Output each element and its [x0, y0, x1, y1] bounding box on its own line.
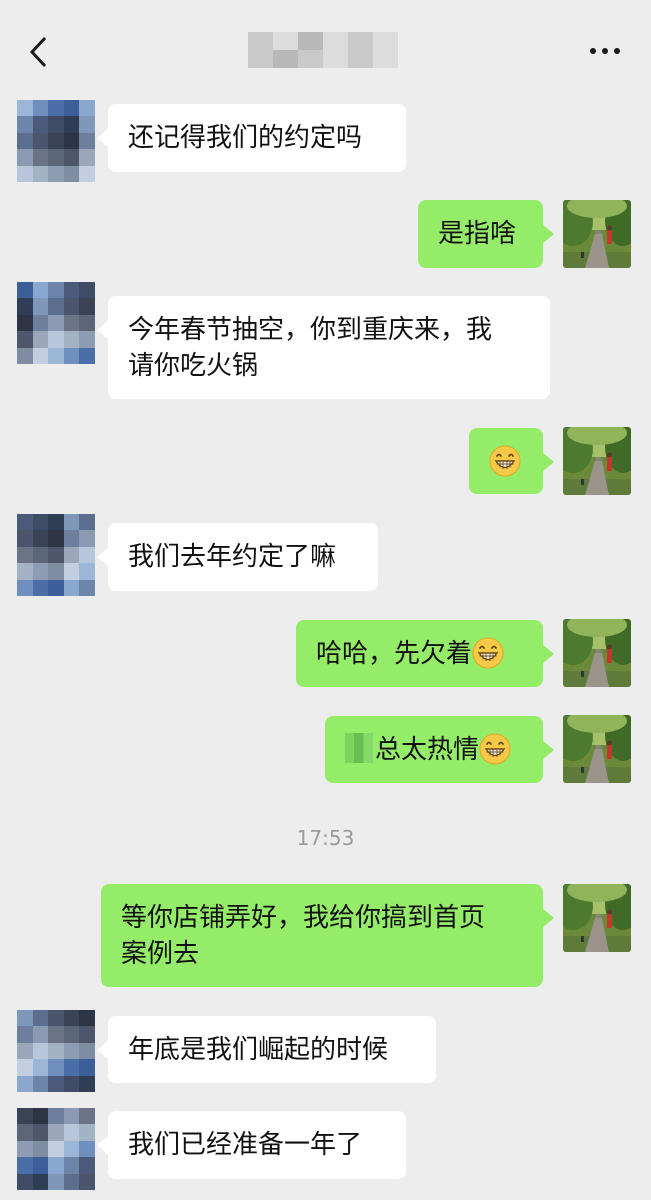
chat-title-pixelated: [248, 32, 398, 68]
grinning-face-emoji-icon: [489, 445, 521, 477]
message-bubble-sent[interactable]: 总太热情: [325, 716, 554, 783]
contact-avatar[interactable]: [17, 1010, 95, 1092]
message-bubble-received[interactable]: 还记得我们的约定吗: [97, 104, 406, 172]
back-button[interactable]: [18, 30, 58, 74]
message-bubble-received[interactable]: 我们去年约定了嘛: [97, 523, 378, 591]
message-text-line: 请你吃火锅: [128, 351, 259, 381]
message-text: 是指啥: [438, 219, 517, 249]
message-text: 还记得我们的约定吗: [128, 123, 363, 153]
message-bubble-sent[interactable]: [469, 428, 554, 494]
avatar-photo-icon: [563, 715, 631, 783]
message-text: 我们已经准备一年了: [128, 1130, 363, 1160]
contact-avatar[interactable]: [17, 1108, 95, 1190]
contact-avatar[interactable]: [17, 514, 95, 596]
contact-avatar[interactable]: [17, 282, 95, 364]
grinning-face-emoji-icon: [479, 733, 511, 765]
message-bubble-sent[interactable]: 是指啥: [418, 200, 554, 268]
own-avatar[interactable]: [563, 619, 631, 687]
more-button[interactable]: [580, 34, 630, 68]
own-avatar[interactable]: [563, 200, 631, 268]
avatar-photo-icon: [563, 884, 631, 952]
message-text: 哈哈，先欠着: [316, 639, 473, 669]
message-bubble-sent[interactable]: 等你店铺弄好，我给你搞到首页 案例去: [101, 884, 554, 987]
message-text: 年底是我们崛起的时候: [128, 1035, 389, 1065]
avatar-photo-icon: [563, 427, 631, 495]
message-text-line: 今年春节抽空，你到重庆来，我: [128, 315, 493, 345]
message-bubble-received[interactable]: 今年春节抽空，你到重庆来，我 请你吃火锅: [97, 296, 550, 399]
redacted-name: [345, 732, 373, 763]
own-avatar[interactable]: [563, 427, 631, 495]
chat-header: [0, 0, 651, 100]
own-avatar[interactable]: [563, 715, 631, 783]
contact-avatar[interactable]: [17, 100, 95, 182]
message-timestamp: 17:53: [296, 826, 355, 850]
chevron-left-icon: [29, 36, 47, 68]
message-bubble-sent[interactable]: 哈哈，先欠着: [296, 620, 554, 687]
avatar-photo-icon: [563, 619, 631, 687]
message-text: 我们去年约定了嘛: [128, 542, 337, 572]
grinning-face-emoji-icon: [472, 637, 504, 669]
message-text-line: 等你店铺弄好，我给你搞到首页: [121, 903, 486, 933]
message-text: 总太热情: [375, 735, 480, 765]
own-avatar[interactable]: [563, 884, 631, 952]
message-bubble-received[interactable]: 年底是我们崛起的时候: [97, 1016, 436, 1083]
avatar-photo-icon: [563, 200, 631, 268]
more-dots-icon: [587, 48, 623, 54]
message-text-line: 案例去: [121, 939, 200, 969]
message-bubble-received[interactable]: 我们已经准备一年了: [97, 1111, 406, 1179]
